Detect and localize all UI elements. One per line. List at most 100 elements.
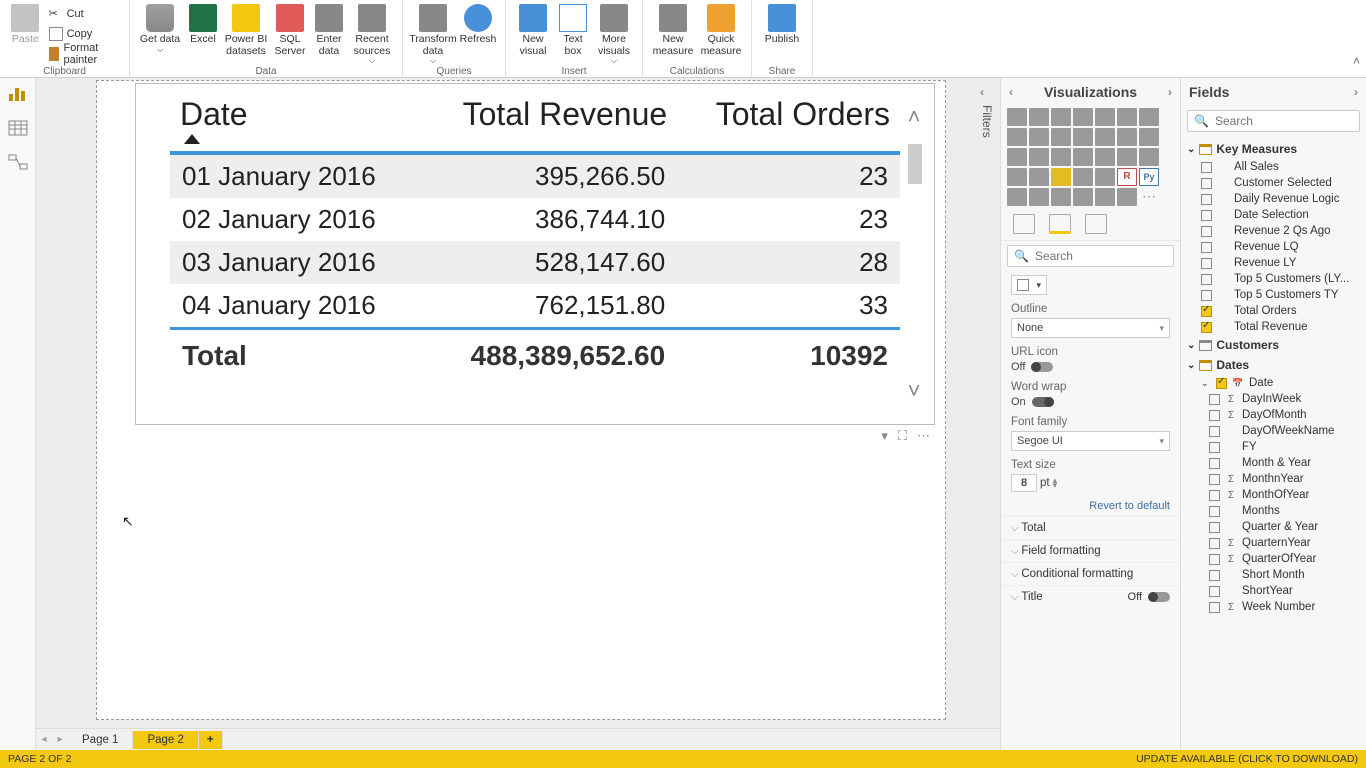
- checkbox[interactable]: [1201, 178, 1212, 189]
- ribbon-icon[interactable]: [1095, 128, 1115, 146]
- checkbox[interactable]: [1209, 394, 1220, 405]
- analytics-icon[interactable]: [1085, 214, 1107, 234]
- stacked-column-icon[interactable]: [1029, 108, 1049, 126]
- checkbox[interactable]: [1209, 570, 1220, 581]
- conditional-formatting-section[interactable]: ⌵ Conditional formatting: [1001, 562, 1180, 585]
- scatter-icon[interactable]: [1007, 148, 1027, 166]
- format-icon[interactable]: [1049, 214, 1071, 234]
- field-item[interactable]: ΣQuarternYear: [1187, 535, 1360, 551]
- clustered-column-icon[interactable]: [1073, 108, 1093, 126]
- ribbon-collapse-icon[interactable]: ˄: [1353, 54, 1360, 68]
- model-view-icon[interactable]: [8, 154, 28, 170]
- paste-button[interactable]: Paste: [6, 2, 45, 46]
- scroll-up-icon[interactable]: ˄: [908, 104, 921, 130]
- filters-pane-collapsed[interactable]: ‹ Filters: [980, 85, 1000, 185]
- checkbox[interactable]: [1201, 258, 1212, 269]
- checkbox[interactable]: [1209, 554, 1220, 565]
- tab-page-2[interactable]: Page 2: [133, 731, 198, 749]
- field-item[interactable]: Customer Selected: [1187, 175, 1360, 191]
- transform-data-button[interactable]: Transform data⌵: [409, 2, 457, 66]
- funnel-icon[interactable]: [1139, 128, 1159, 146]
- field-item[interactable]: Month & Year: [1187, 455, 1360, 471]
- checkbox[interactable]: [1209, 522, 1220, 533]
- checkbox[interactable]: [1201, 226, 1212, 237]
- fields-search[interactable]: 🔍: [1187, 110, 1360, 132]
- key-influencers-icon[interactable]: [1007, 188, 1027, 206]
- field-item[interactable]: Revenue LY: [1187, 255, 1360, 271]
- chevron-right-icon[interactable]: ›: [1168, 85, 1172, 99]
- field-item[interactable]: Date Selection: [1187, 207, 1360, 223]
- focus-mode-icon[interactable]: ⛶: [898, 428, 907, 444]
- excel-button[interactable]: Excel: [184, 2, 222, 46]
- scroll-thumb[interactable]: [908, 144, 922, 184]
- line-icon[interactable]: [1139, 108, 1159, 126]
- field-item[interactable]: Months: [1187, 503, 1360, 519]
- field-item[interactable]: ΣDayOfMonth: [1187, 407, 1360, 423]
- recent-sources-button[interactable]: Recent sources⌵: [348, 2, 396, 66]
- map-icon[interactable]: [1095, 148, 1115, 166]
- checkbox[interactable]: [1201, 306, 1212, 317]
- revert-default-link[interactable]: Revert to default: [1001, 496, 1180, 516]
- key-measures-group[interactable]: ⌄Key Measures: [1187, 139, 1360, 159]
- table-row[interactable]: 01 January 2016395,266.5023: [170, 155, 900, 198]
- font-color-dropdown[interactable]: ▾: [1011, 275, 1047, 295]
- area-icon[interactable]: [1007, 128, 1027, 146]
- chevron-left-icon[interactable]: ‹: [1009, 85, 1013, 99]
- update-available-link[interactable]: UPDATE AVAILABLE (CLICK TO DOWNLOAD): [1136, 753, 1358, 765]
- add-page-button[interactable]: +: [199, 731, 223, 749]
- gauge-icon[interactable]: [1139, 148, 1159, 166]
- line-clustered-icon[interactable]: [1073, 128, 1093, 146]
- checkbox[interactable]: [1209, 490, 1220, 501]
- py-visual-icon[interactable]: Py: [1139, 168, 1159, 186]
- report-view-icon[interactable]: [8, 86, 28, 102]
- checkbox[interactable]: [1209, 426, 1220, 437]
- tab-page-1[interactable]: Page 1: [68, 731, 133, 749]
- checkbox[interactable]: [1209, 538, 1220, 549]
- matrix-icon[interactable]: [1073, 168, 1093, 186]
- table-row[interactable]: 04 January 2016762,151.8033: [170, 284, 900, 327]
- checkbox[interactable]: [1201, 274, 1212, 285]
- field-item[interactable]: Total Revenue: [1187, 319, 1360, 335]
- field-item[interactable]: ΣMonthnYear: [1187, 471, 1360, 487]
- table-row[interactable]: 02 January 2016386,744.1023: [170, 198, 900, 241]
- table-icon[interactable]: [1051, 168, 1071, 186]
- text-size-spinner[interactable]: pt▴▾: [1011, 474, 1170, 492]
- publish-button[interactable]: Publish: [758, 2, 806, 46]
- field-item[interactable]: Top 5 Customers TY: [1187, 287, 1360, 303]
- field-item[interactable]: All Sales: [1187, 159, 1360, 175]
- line-column-icon[interactable]: [1051, 128, 1071, 146]
- checkbox[interactable]: [1201, 242, 1212, 253]
- 100-column-icon[interactable]: [1117, 108, 1137, 126]
- r-visual-icon[interactable]: R: [1117, 168, 1137, 186]
- kpi-icon[interactable]: [1095, 168, 1115, 186]
- viz-search[interactable]: 🔍: [1007, 245, 1174, 267]
- card-icon[interactable]: [1007, 168, 1027, 186]
- checkbox[interactable]: [1216, 378, 1227, 389]
- text-size-input[interactable]: [1011, 474, 1037, 492]
- col-header-date[interactable]: Date: [170, 90, 420, 133]
- treemap-icon[interactable]: [1073, 148, 1093, 166]
- waterfall-icon[interactable]: [1117, 128, 1137, 146]
- checkbox[interactable]: [1209, 410, 1220, 421]
- filter-icon[interactable]: ▾: [881, 428, 888, 444]
- field-item[interactable]: Daily Revenue Logic: [1187, 191, 1360, 207]
- checkbox[interactable]: [1209, 506, 1220, 517]
- font-family-dropdown[interactable]: Segoe UI▾: [1011, 431, 1170, 451]
- sql-server-button[interactable]: SQL Server: [270, 2, 310, 57]
- field-item[interactable]: Total Orders: [1187, 303, 1360, 319]
- field-item[interactable]: DayOfWeekName: [1187, 423, 1360, 439]
- checkbox[interactable]: [1209, 474, 1220, 485]
- field-item[interactable]: Revenue LQ: [1187, 239, 1360, 255]
- table-row[interactable]: 03 January 2016528,147.6028: [170, 241, 900, 284]
- pbi-datasets-button[interactable]: Power BI datasets: [222, 2, 270, 57]
- qa-icon[interactable]: [1051, 188, 1071, 206]
- url-icon-toggle[interactable]: Off: [1011, 361, 1170, 373]
- field-item[interactable]: Short Month: [1187, 567, 1360, 583]
- checkbox[interactable]: [1201, 290, 1212, 301]
- more-visuals-button[interactable]: More visuals⌵: [592, 2, 636, 66]
- report-canvas[interactable]: Date Total Revenue Total Orders 01 Janua…: [36, 78, 1000, 728]
- field-item[interactable]: Top 5 Customers (LY...: [1187, 271, 1360, 287]
- text-box-button[interactable]: Text box: [554, 2, 592, 57]
- field-item[interactable]: ⌄📅Date: [1187, 375, 1360, 391]
- dates-group[interactable]: ⌄Dates: [1187, 355, 1360, 375]
